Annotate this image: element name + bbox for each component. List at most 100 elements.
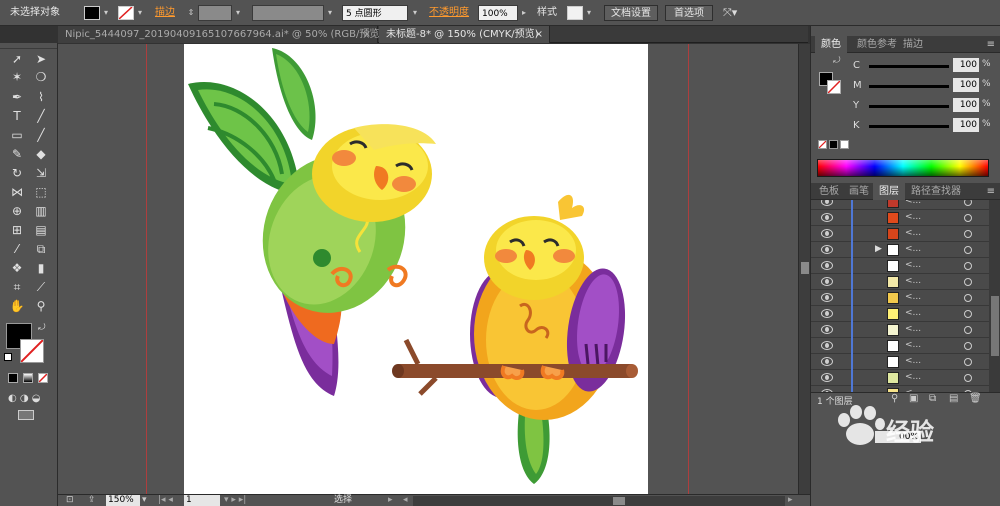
layer-row[interactable]: <... (811, 274, 989, 290)
zoom-tool-icon[interactable]: ⚲ (32, 298, 50, 314)
scale-tool-icon[interactable]: ⇲ (32, 165, 50, 181)
channel-value[interactable]: 100 (953, 78, 979, 92)
next-artboard-icon[interactable]: ▾ ▸ ▸| (224, 495, 246, 506)
visibility-eye-icon[interactable] (821, 229, 833, 238)
stroke-weight-dropdown-icon[interactable]: ▾ (233, 5, 243, 21)
slider-track[interactable] (869, 65, 949, 68)
style-dropdown-icon[interactable]: ▾ (584, 5, 594, 21)
visibility-eye-icon[interactable] (821, 200, 833, 206)
default-colors-icon[interactable] (4, 353, 12, 361)
rectangle-tool-icon[interactable]: ▭ (8, 127, 26, 143)
brush-field[interactable]: 5 点圆形 (342, 5, 408, 21)
black-swatch[interactable] (829, 140, 838, 149)
visibility-eye-icon[interactable] (821, 277, 833, 286)
gradient-tool-icon[interactable]: ▤ (32, 222, 50, 238)
tab-color[interactable]: 颜色 (815, 36, 847, 53)
channel-value[interactable]: 100 (953, 118, 979, 132)
target-circle-icon[interactable] (964, 214, 972, 222)
layers-list[interactable]: <... <... <... <... ▶ <... <... <... <... <... <..… (811, 200, 1000, 392)
layer-name[interactable]: <... (905, 340, 921, 350)
visibility-eye-icon[interactable] (821, 341, 833, 350)
eyedropper-tool-icon[interactable]: ⁄ (8, 241, 26, 257)
layer-name[interactable]: <... (905, 292, 921, 302)
target-circle-icon[interactable] (964, 374, 972, 382)
channel-value[interactable]: 100 (953, 98, 979, 112)
magenta-slider[interactable]: M 100 % (851, 78, 991, 94)
layer-row[interactable]: <... (811, 200, 989, 210)
magic-wand-tool-icon[interactable]: ✶ (8, 69, 26, 85)
scrollbar-thumb[interactable] (991, 296, 999, 356)
visibility-eye-icon[interactable] (821, 373, 833, 382)
visibility-eye-icon[interactable] (821, 245, 833, 254)
opacity-label[interactable]: 不透明度 (429, 5, 469, 21)
canvas-area[interactable] (58, 44, 798, 494)
panel-menu-icon[interactable]: ≡ (987, 186, 995, 197)
layer-name[interactable]: <... (905, 212, 921, 222)
screen-mode-icon[interactable] (18, 410, 34, 420)
layer-name[interactable]: <... (905, 200, 921, 206)
gradient-mode-icon[interactable] (23, 373, 33, 383)
layers-scrollbar[interactable] (989, 200, 1000, 392)
layer-row[interactable]: <... (811, 210, 989, 226)
close-icon[interactable]: × (535, 26, 543, 43)
tab-brushes[interactable]: 画笔 (843, 183, 875, 200)
slider-track[interactable] (869, 125, 949, 128)
layer-row[interactable]: <... ▶ (811, 242, 989, 258)
slider-track[interactable] (869, 105, 949, 108)
shape-builder-tool-icon[interactable]: ⊕ (8, 203, 26, 219)
visibility-eye-icon[interactable] (821, 213, 833, 222)
pencil-tool-icon[interactable]: ✎ (8, 146, 26, 162)
target-circle-icon[interactable] (964, 246, 972, 254)
column-graph-tool-icon[interactable]: ▮ (32, 260, 50, 276)
arrange-icon[interactable]: ⤧▾ (723, 5, 737, 21)
artboard-number-field[interactable]: 1 (184, 495, 220, 506)
target-circle-icon[interactable] (964, 278, 972, 286)
hscroll-right-icon[interactable]: ▸ (788, 495, 793, 506)
target-circle-icon[interactable] (964, 310, 972, 318)
opacity-dropdown-icon[interactable]: ▸ (519, 5, 529, 21)
stroke-color-box[interactable] (20, 339, 44, 363)
layer-name[interactable]: <... (905, 324, 921, 334)
channel-value[interactable]: 100 (953, 58, 979, 72)
target-circle-icon[interactable] (964, 342, 972, 350)
visibility-eye-icon[interactable] (821, 293, 833, 302)
visibility-eye-icon[interactable] (821, 357, 833, 366)
target-circle-icon[interactable] (964, 294, 972, 302)
layer-name[interactable]: <... (905, 308, 921, 318)
tab-swatches[interactable]: 色板 (813, 183, 845, 200)
stroke-label[interactable]: 描边 (155, 5, 175, 21)
target-circle-icon[interactable] (964, 358, 972, 366)
curvature-tool-icon[interactable]: ⌇ (32, 89, 50, 105)
fill-dropdown-icon[interactable]: ▾ (101, 5, 111, 21)
tab-layers[interactable]: 图层 (873, 183, 905, 200)
prev-artboard-icon[interactable]: |◂ ◂ (158, 495, 173, 506)
perspective-grid-tool-icon[interactable]: ▥ (32, 203, 50, 219)
zoom-field[interactable]: 150% (106, 495, 140, 506)
stroke-weight-field[interactable] (198, 5, 232, 21)
none-mode-icon[interactable] (38, 373, 48, 383)
yellow-slider[interactable]: Y 100 % (851, 98, 991, 114)
status-mode[interactable]: 选择 (334, 495, 352, 506)
artboard-tool-icon[interactable]: ⌗ (8, 279, 26, 295)
style-swatch[interactable] (567, 6, 583, 20)
expand-arrow-icon[interactable]: ▶ (875, 244, 882, 254)
layer-row[interactable]: <... (811, 354, 989, 370)
status-menu-icon[interactable]: ▸ (388, 495, 393, 506)
selection-tool-icon[interactable]: ➚ (8, 51, 26, 67)
new-sublayer-icon[interactable]: ⧉ (929, 393, 936, 404)
type-tool-icon[interactable]: T (8, 108, 26, 124)
rotate-tool-icon[interactable]: ↻ (8, 165, 26, 181)
artboard-nav-icon[interactable]: ⊡ (66, 495, 74, 506)
white-swatch[interactable] (840, 140, 849, 149)
layer-name[interactable]: <... (905, 356, 921, 366)
black-slider[interactable]: K 100 % (851, 118, 991, 134)
line-tool-icon[interactable]: ╱ (32, 108, 50, 124)
zoom-dropdown-icon[interactable]: ▾ (142, 495, 147, 506)
layer-name[interactable]: <... (905, 244, 921, 254)
pen-tool-icon[interactable]: ✒ (8, 89, 26, 105)
visibility-eye-icon[interactable] (821, 309, 833, 318)
layer-row[interactable]: <... (811, 258, 989, 274)
fill-swatch[interactable] (84, 6, 100, 20)
tab-nipic-document[interactable]: Nipic_5444097_20190409165107667964.ai* @… (58, 26, 383, 43)
canvas-vertical-scrollbar[interactable] (798, 44, 810, 494)
